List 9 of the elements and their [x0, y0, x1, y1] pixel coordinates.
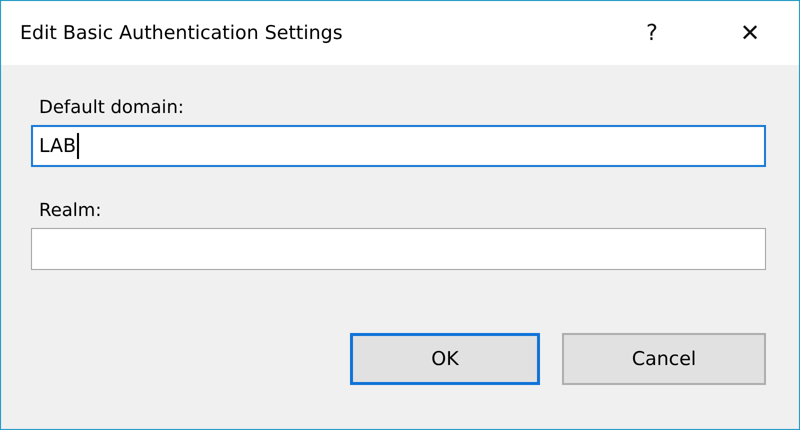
window-title: Edit Basic Authentication Settings — [20, 22, 344, 44]
input-field[interactable] — [31, 228, 766, 270]
help-button[interactable]: ? — [627, 1, 677, 65]
input-field[interactable]: LAB — [31, 125, 766, 167]
close-button[interactable]: ✕ — [715, 1, 785, 65]
field-label: Realm: — [39, 200, 102, 221]
field-label: Default domain: — [39, 97, 185, 118]
ok-button[interactable]: OK — [350, 333, 540, 385]
cancel-button[interactable]: Cancel — [562, 333, 766, 385]
